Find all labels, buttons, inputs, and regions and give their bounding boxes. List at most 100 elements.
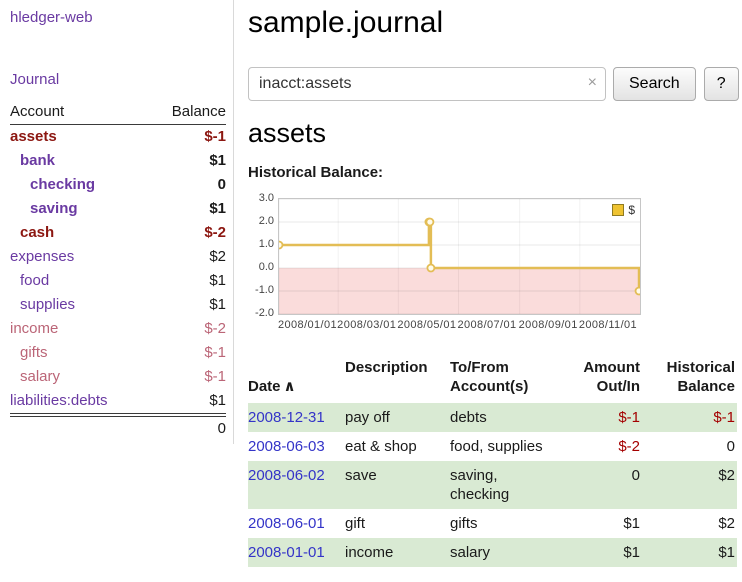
transaction-date-link[interactable]: 2008-12-31 [248,409,325,426]
search-button[interactable]: Search [613,67,696,101]
register-row: 2008-01-01incomesalary$1$1 [248,538,737,567]
transaction-amount: 0 [578,461,640,509]
account-balance: $-2 [149,317,226,341]
register-row: 2008-06-02 savesaving, checking0$2 [248,461,737,509]
x-axis-tick-label: 2008/07/01 [458,319,517,331]
account-balance: 0 [149,173,226,197]
account-link[interactable]: salary [10,365,149,389]
transaction-date-cell: 2008-01-01 [248,538,345,567]
transaction-date-link[interactable]: 2008-06-02 [248,467,325,484]
transaction-date-link[interactable]: 2008-06-03 [248,438,325,455]
account-name-cell: expenses [10,245,149,269]
x-axis-tick-label: 2008/09/01 [519,319,578,331]
account-link[interactable]: gifts [10,341,149,365]
account-name-cell: salary [10,365,149,389]
transaction-description: pay off [345,403,450,432]
x-axis-tick-label: 2008/11/01 [579,319,637,331]
page-title: sample.journal [248,6,742,40]
journal-link[interactable]: Journal [10,71,226,88]
account-link[interactable]: food [10,269,149,293]
transaction-accounts: saving, checking [450,461,578,509]
transaction-balance: $2 [640,461,737,509]
transaction-amount: $1 [578,509,640,538]
account-name-cell: saving [10,197,149,221]
account-balance: $-1 [149,365,226,389]
x-axis-tick-label: 2008/01/01 [278,319,337,331]
sort-ascending-icon: ∧ [284,378,296,395]
account-link[interactable]: expenses [10,245,149,269]
account-link[interactable]: income [10,317,149,341]
help-button[interactable]: ? [704,67,739,101]
account-balance: $-1 [149,125,226,150]
account-link[interactable]: assets [10,125,149,149]
account-balance: $-1 [149,341,226,365]
description-column-header: Description [345,358,450,403]
chart-plot-area: $ [278,198,641,315]
balance-column-header: Historical Balance [640,358,737,403]
account-row: gifts$-1 [10,341,226,365]
account-column-header: Account [10,103,149,125]
transaction-date-link[interactable]: 2008-06-01 [248,515,325,532]
account-row: liabilities:debts$1 [10,389,226,415]
account-row: checking0 [10,173,226,197]
account-name-cell: gifts [10,341,149,365]
account-row: bank$1 [10,149,226,173]
x-axis-tick-label: 2008/05/01 [397,319,456,331]
account-table-header: Account Balance [10,103,226,125]
account-balance: $2 [149,245,226,269]
register-row: 2008-06-01giftgifts$1$2 [248,509,737,538]
account-balance: $1 [149,149,226,173]
transaction-accounts: debts [450,403,578,432]
chart-title: Historical Balance: [248,164,742,181]
date-column-header[interactable]: Date∧ [248,358,345,403]
total-row: 0 [10,415,226,441]
legend-label: $ [628,203,635,217]
balance-column-header: Balance [149,103,226,125]
total-spacer [10,415,149,441]
account-balance: $1 [149,197,226,221]
transaction-description: gift [345,509,450,538]
y-axis-tick-label: -1.0 [255,284,274,296]
register-row: 2008-06-03eat & shopfood, supplies$-20 [248,432,737,461]
chart-legend: $ [612,203,635,217]
accounts-column-header: To/From Account(s) [450,358,578,403]
transaction-date-cell: 2008-06-01 [248,509,345,538]
account-name-cell: bank [10,149,149,173]
balance-chart: 3.02.01.00.0-1.0-2.0 $ 2008/01/012008/03… [248,190,648,334]
transaction-date-link[interactable]: 2008-01-01 [248,544,325,561]
date-header-label: Date [248,378,281,395]
chart-svg [279,199,640,314]
register-table: Date∧ Description To/From Account(s) Amo… [248,358,737,567]
y-axis-tick-label: 1.0 [259,238,274,250]
account-name-cell: cash [10,221,149,245]
y-axis-tick-label: 2.0 [259,215,274,227]
transaction-date-cell: 2008-06-02 [248,461,345,509]
legend-swatch-icon [612,204,624,216]
account-row: supplies$1 [10,293,226,317]
account-row: cash$-2 [10,221,226,245]
register-row: 2008-12-31pay offdebts$-1$-1 [248,403,737,432]
account-name-cell: food [10,269,149,293]
app-title-link[interactable]: hledger-web [10,9,226,26]
x-axis-tick-label: 2008/03/01 [337,319,396,331]
transaction-date-cell: 2008-12-31 [248,403,345,432]
account-name-cell: checking [10,173,149,197]
account-link[interactable]: checking [10,173,149,197]
search-bar: × Search ? [248,67,742,101]
account-link[interactable]: bank [10,149,149,173]
clear-search-icon[interactable]: × [588,75,597,91]
account-link[interactable]: saving [10,197,149,221]
transaction-description: save [345,461,450,509]
main-content: sample.journal × Search ? assets Histori… [248,0,742,567]
sidebar: hledger-web Journal Account Balance asse… [0,0,234,444]
total-balance: 0 [149,415,226,441]
transaction-amount: $-2 [578,432,640,461]
account-name-cell: income [10,317,149,341]
account-row: income$-2 [10,317,226,341]
account-link[interactable]: cash [10,221,149,245]
account-row: food$1 [10,269,226,293]
account-link[interactable]: supplies [10,293,149,317]
account-table-footer: 0 [10,415,226,441]
search-input[interactable] [248,67,606,101]
account-link[interactable]: liabilities:debts [10,389,149,413]
